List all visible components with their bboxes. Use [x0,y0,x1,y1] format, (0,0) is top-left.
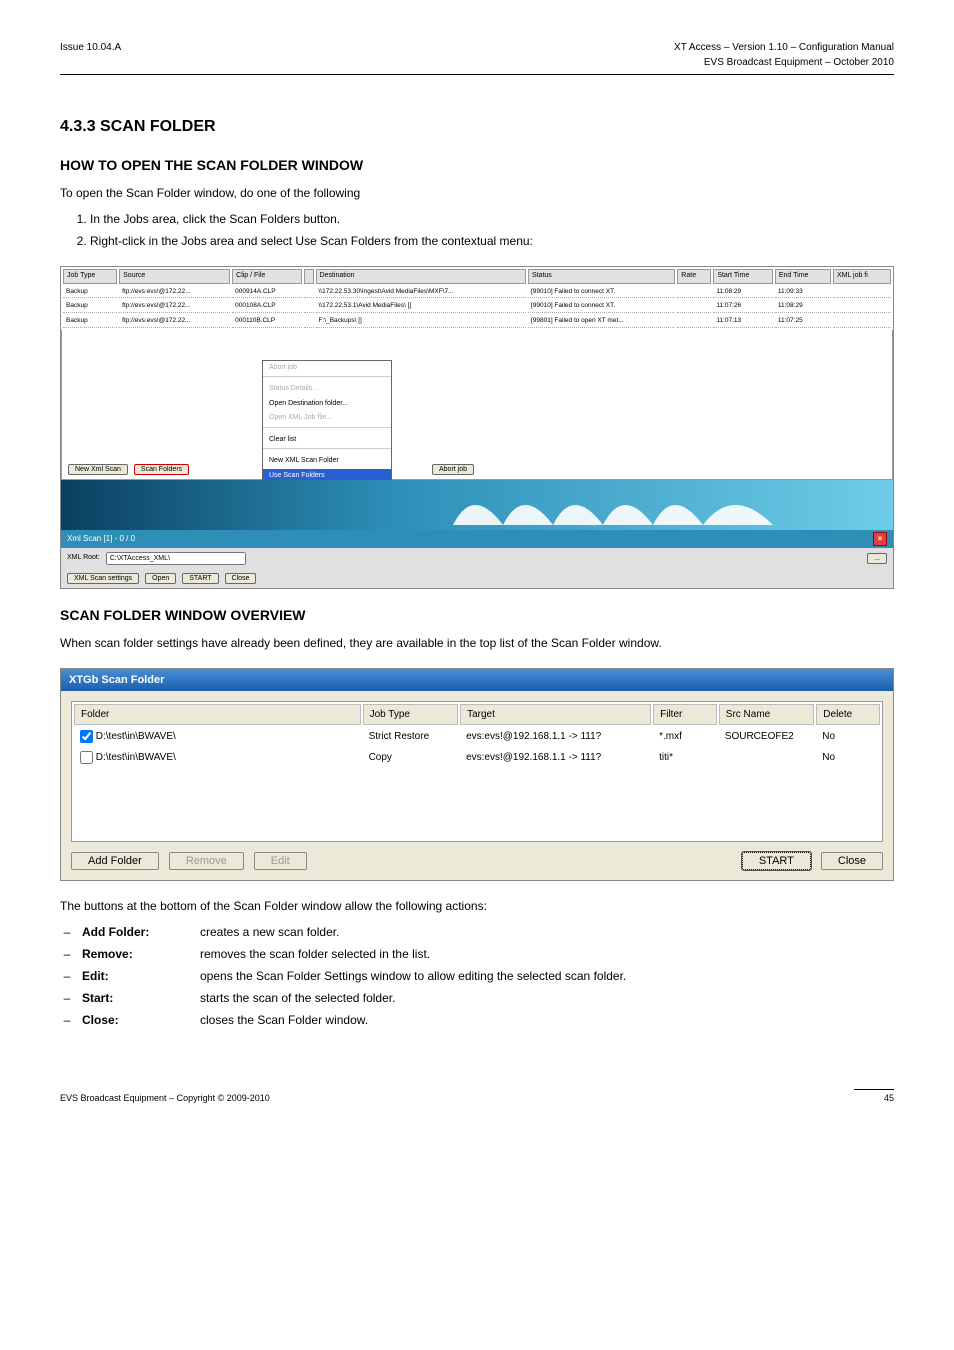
section-title: 4.3.3 SCAN FOLDER [60,115,894,139]
xml-root-label: XML Root: [67,553,100,564]
col-jobtype2[interactable]: Job Type [363,704,459,725]
xml-scan-root-row: XML Root: ... [61,548,893,569]
notes-intro: The buttons at the bottom of the Scan Fo… [60,897,894,915]
scan-folder-titlebar: XTGb Scan Folder [61,669,893,692]
row-checkbox[interactable] [80,751,93,764]
actions-list: –Add Folder:creates a new scan folder. –R… [60,923,894,1029]
step-2: Right-click in the Jobs area and select … [90,232,894,250]
action-item: –Remove:removes the scan folder selected… [60,945,894,963]
col-start[interactable]: Start Time [713,269,773,284]
action-item: –Start:starts the scan of the selected f… [60,989,894,1007]
header-right: XT Access – Version 1.10 – Configuration… [674,40,894,70]
scan-folder-buttons: Add Folder Remove Edit START Close [71,852,883,870]
scan-folders-button[interactable]: Scan Folders [134,464,189,475]
new-xml-scan-button[interactable]: New Xml Scan [68,464,128,475]
xml-scan-title: Xml Scan [1] - 0 / 0 [67,533,135,545]
job-row[interactable]: Backupftp://evs:evs!@172.22...000110B.CL… [63,315,891,328]
remove-button: Remove [169,852,244,870]
close-scan-button[interactable]: Close [821,852,883,870]
abort-job-button[interactable]: Abort job [432,464,474,475]
brand-banner [61,480,893,530]
col-folder[interactable]: Folder [74,704,361,725]
subheading-open: HOW TO OPEN THE SCAN FOLDER WINDOW [60,155,894,176]
action-item: –Add Folder:creates a new scan folder. [60,923,894,941]
header-rule [60,74,894,75]
footer-left: EVS Broadcast Equipment – Copyright © 20… [60,1092,270,1106]
close-button[interactable]: Close [225,573,257,584]
xml-scan-titlebar: Xml Scan [1] - 0 / 0 × [61,530,893,548]
scan-folder-window: XTGb Scan Folder Folder Job Type Target … [60,668,894,882]
xml-scan-settings-button[interactable]: XML Scan settings [67,573,139,584]
col-end[interactable]: End Time [775,269,831,284]
xml-root-input[interactable] [106,552,246,565]
menu-new-scan[interactable]: New XML Scan Folder [263,454,391,469]
overview-paragraph: When scan folder settings have already b… [60,634,894,652]
header-left: Issue 10.04.A [60,40,121,70]
jobs-body: Abort job Status Details... Open Destina… [61,330,893,480]
col-srcname[interactable]: Src Name [719,704,815,725]
col-clip[interactable]: Clip / File [232,269,301,284]
menu-status-details: Status Details... [263,382,391,397]
menu-open-xml: Open XML Job file... [263,411,391,426]
action-item: –Edit:opens the Scan Folder Settings win… [60,967,894,985]
subheading-overview: SCAN FOLDER WINDOW OVERVIEW [60,605,894,626]
col-rate[interactable]: Rate [677,269,711,284]
scan-row[interactable]: D:\test\in\BWAVE\Strict Restoreevs:evs!@… [74,727,880,746]
page-number: 45 [854,1089,894,1106]
open-button[interactable]: Open [145,573,176,584]
jobs-grid: Job Type Source Clip / File Destination … [61,267,893,330]
edit-button: Edit [254,852,307,870]
page-header: Issue 10.04.A XT Access – Version 1.10 –… [60,40,894,70]
col-xmljob[interactable]: XML job fi [833,269,891,284]
job-row[interactable]: Backupftp://evs:evs!@172.22...000108A.CL… [63,300,891,313]
col-destination[interactable]: Destination [316,269,526,284]
scan-row[interactable]: D:\test\in\BWAVE\Copyevs:evs!@192.168.1.… [74,748,880,767]
col-source[interactable]: Source [119,269,230,284]
action-item: –Close:closes the Scan Folder window. [60,1011,894,1029]
scan-folder-grid: Folder Job Type Target Filter Src Name D… [71,701,883,842]
col-target[interactable]: Target [460,704,651,725]
browse-button[interactable]: ... [867,553,887,564]
app-screenshot-jobs: Job Type Source Clip / File Destination … [60,266,894,589]
add-folder-button[interactable]: Add Folder [71,852,159,870]
col-filter[interactable]: Filter [653,704,717,725]
menu-abort: Abort job [263,361,391,376]
xml-scan-buttons: XML Scan settings Open START Close [61,569,893,588]
context-menu: Abort job Status Details... Open Destina… [262,360,392,499]
intro-paragraph: To open the Scan Folder window, do one o… [60,184,894,202]
menu-clear-list[interactable]: Clear list [263,433,391,448]
col-delete[interactable]: Delete [816,704,880,725]
step-1: In the Jobs area, click the Scan Folders… [90,210,894,228]
start-button[interactable]: START [182,573,218,584]
page-footer: EVS Broadcast Equipment – Copyright © 20… [60,1089,894,1106]
row-checkbox[interactable] [80,730,93,743]
steps-list: In the Jobs area, click the Scan Folders… [90,210,894,250]
close-icon[interactable]: × [873,532,887,546]
job-row[interactable]: Backupftp://evs:evs!@172.22...000914A.CL… [63,286,891,299]
col-jobtype[interactable]: Job Type [63,269,117,284]
col-status[interactable]: Status [528,269,675,284]
start-scan-button[interactable]: START [742,852,811,870]
menu-open-dest[interactable]: Open Destination folder... [263,397,391,412]
